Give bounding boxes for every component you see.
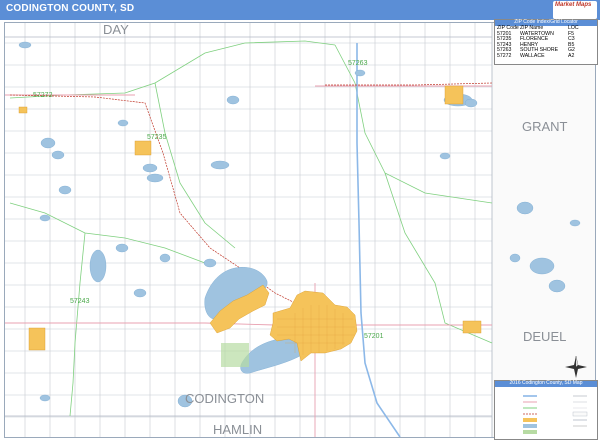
county-label-center: CODINGTON xyxy=(185,391,264,406)
lake xyxy=(40,137,56,149)
zip-boundary-line xyxy=(9,202,206,264)
zip-name-cell: WALLACE xyxy=(520,52,545,59)
map-legend: 2016 Codington County, SD Map xyxy=(494,380,598,440)
zip-boundary-line xyxy=(9,40,336,99)
lake xyxy=(548,279,566,293)
lake xyxy=(210,160,230,170)
lake xyxy=(203,258,217,268)
lake xyxy=(569,219,581,227)
interstate-29 xyxy=(356,43,401,437)
legend-swatch-park xyxy=(523,430,537,434)
compass-rose-icon xyxy=(565,356,587,378)
lake xyxy=(226,95,240,105)
lake xyxy=(133,288,147,298)
state-road xyxy=(5,322,492,326)
zip-locator-table: ZIP Code Index/Grid Locator ZIP Code ZIP… xyxy=(494,19,598,65)
legend-swatches xyxy=(523,395,588,434)
lake xyxy=(509,253,521,263)
zip-label: 57263 xyxy=(348,60,368,67)
lake xyxy=(115,243,129,253)
county-label-east-lower: DEUEL xyxy=(523,329,566,344)
lake xyxy=(159,253,171,263)
urban-henry xyxy=(462,320,482,334)
zip-label: 57235 xyxy=(147,134,167,141)
county-label-south: HAMLIN xyxy=(213,422,262,437)
lake xyxy=(516,201,534,215)
zip-code-cell: 57272 xyxy=(497,52,512,59)
legend-swatch-county xyxy=(572,411,588,417)
lake xyxy=(529,257,555,275)
publisher-logo: Market Maps xyxy=(553,1,597,19)
zip-label: 57243 xyxy=(70,298,90,305)
title-bar: CODINGTON COUNTY, SD Market Maps xyxy=(0,0,600,20)
state-roads xyxy=(5,85,492,437)
zip-boundary-line xyxy=(69,232,86,417)
legend-swatch-water xyxy=(523,424,537,428)
table-row: 57272 WALLACE A2 xyxy=(495,52,597,60)
urban-wallace xyxy=(28,327,46,351)
lake xyxy=(117,119,129,127)
lake xyxy=(146,173,164,183)
lake xyxy=(354,69,366,77)
zip-label: 57201 xyxy=(364,333,384,340)
urban-florence xyxy=(134,140,152,156)
urban-south-shore xyxy=(444,85,464,105)
logo-text: Market Maps xyxy=(555,2,592,8)
county-label-north: DAY xyxy=(103,23,129,37)
loc-cell: A2 xyxy=(568,52,575,59)
legend-title: 2016 Codington County, SD Map xyxy=(495,381,597,387)
lake xyxy=(89,249,107,283)
lake xyxy=(39,394,51,402)
lake xyxy=(18,41,32,49)
legend-swatch-urban xyxy=(523,418,537,422)
lake xyxy=(39,214,51,222)
zip-boundary-line xyxy=(384,172,493,344)
lake xyxy=(51,150,65,160)
county-label-east-upper: GRANT xyxy=(522,119,568,134)
lake xyxy=(439,152,451,160)
lake xyxy=(464,98,478,108)
park-area xyxy=(221,343,249,367)
zip-label: 57272 xyxy=(33,92,53,99)
county-map[interactable]: DAY GRANT DEUEL CODINGTON HAMLIN 57263 5… xyxy=(5,23,595,437)
page-title: CODINGTON COUNTY, SD xyxy=(6,3,135,14)
lake xyxy=(142,163,158,173)
lake xyxy=(58,185,72,195)
urban-small xyxy=(18,106,28,114)
